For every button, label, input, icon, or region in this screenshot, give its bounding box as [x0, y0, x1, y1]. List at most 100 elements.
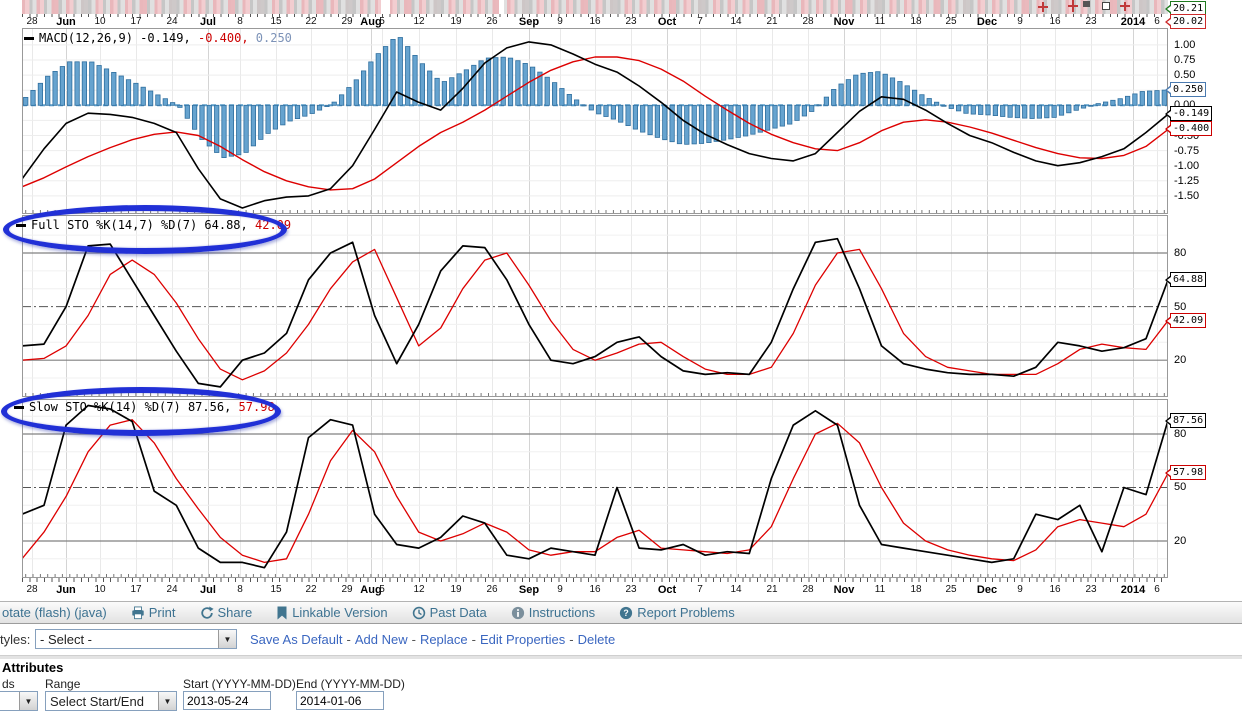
candle-mark: [1038, 6, 1048, 8]
range-select[interactable]: Select Start/End ▼: [45, 691, 177, 711]
styles-bar: tyles: - Select - ▼ Save As Default - Add …: [0, 626, 1242, 654]
link-separator: -: [569, 632, 574, 647]
axis-tick-label: Jun: [56, 584, 76, 596]
print-button[interactable]: Print: [131, 605, 176, 620]
price-chart-strip: [22, 0, 1168, 14]
axis-tick-label: 7: [697, 16, 703, 27]
range-column-label: Range: [45, 677, 81, 691]
axis-tick-label: 16: [1049, 16, 1061, 27]
axis-tick-label: 2014: [1120, 16, 1146, 28]
y-axis-label: 80: [1174, 247, 1187, 259]
axis-tick-label: Jul: [200, 584, 216, 596]
axis-tick-label: 18: [910, 584, 922, 595]
price-callout: 20.02: [1164, 14, 1207, 29]
candle-mark: [1120, 5, 1130, 7]
axis-tick-label: 9: [557, 584, 563, 595]
chevron-down-icon[interactable]: ▼: [218, 630, 236, 648]
end-date-input[interactable]: [296, 691, 384, 710]
axis-tick-label: 6: [1154, 16, 1160, 27]
strip-gap: [381, 0, 390, 14]
value-callout: 42.09: [1164, 313, 1207, 328]
line-swatch: [24, 37, 34, 40]
axis-tick-label: 5: [379, 584, 385, 595]
axis-tick-label: 14: [730, 16, 742, 27]
axis-tick-label: 2014: [1120, 584, 1146, 596]
link-separator: -: [411, 632, 416, 647]
past-data-label: Past Data: [429, 605, 487, 620]
instructions-button[interactable]: Instructions: [511, 605, 595, 620]
axis-tick-label: 24: [166, 16, 178, 27]
macd-value: -0.149,: [140, 31, 191, 45]
axis-tick-label: 10: [94, 16, 106, 27]
value-callout: 87.56: [1164, 413, 1207, 428]
axis-tick-label: 7: [697, 584, 703, 595]
axis-tick-label: 10: [94, 584, 106, 595]
axis-tick-label: 26: [486, 584, 498, 595]
axis-tick-label: 19: [450, 16, 462, 27]
attributes-title: Attributes: [2, 660, 64, 675]
axis-tick-label: 9: [1017, 584, 1023, 595]
annotate-link-label: otate (flash) (java): [2, 605, 107, 620]
chevron-down-icon[interactable]: ▼: [158, 692, 176, 710]
axis-tick-label: Sep: [518, 16, 540, 28]
report-problems-button[interactable]: ? Report Problems: [619, 605, 735, 620]
axis-tick-label: Nov: [833, 584, 855, 596]
value-callout: 0.250: [1164, 82, 1207, 97]
axis-tick-label: 11: [874, 584, 886, 595]
share-button[interactable]: Share: [200, 605, 252, 620]
printer-icon: [131, 605, 145, 620]
axis-tick-label: 6: [1154, 584, 1160, 595]
annotate-link[interactable]: otate (flash) (java): [2, 605, 107, 620]
axis-tick-label: 21: [766, 16, 778, 27]
stockcharts-workbench: 28 Jun 10 17 24 Jul 8 15 22 29 Aug 5 12 19 26 Sep 9 16 23 O…: [0, 0, 1242, 711]
y-axis-label: 20: [1174, 535, 1187, 547]
axis-tick-label: 12: [413, 16, 425, 27]
axis-tick-label: 24: [166, 584, 178, 595]
add-new-link[interactable]: Add New: [355, 632, 408, 647]
periods-select[interactable]: ▼: [0, 691, 38, 711]
linkable-version-button[interactable]: Linkable Version: [276, 605, 388, 620]
replace-link[interactable]: Replace: [420, 632, 468, 647]
y-axis-label: -0.75: [1174, 145, 1200, 157]
styles-label: tyles:: [0, 632, 31, 647]
axis-tick-label: Sep: [518, 584, 540, 596]
styles-select[interactable]: - Select - ▼: [35, 629, 237, 649]
axis-tick-label: Jul: [200, 16, 216, 28]
chevron-down-icon[interactable]: ▼: [19, 692, 37, 710]
value-callout: 64.88: [1164, 272, 1207, 287]
start-date-input[interactable]: [183, 691, 271, 710]
axis-tick-label: 19: [450, 584, 462, 595]
axis-tick-label: 29: [341, 584, 353, 595]
y-axis-label: 0.50: [1174, 69, 1196, 81]
axis-tick-label: 17: [130, 584, 142, 595]
axis-tick-label: 25: [945, 16, 957, 27]
edit-properties-link[interactable]: Edit Properties: [480, 632, 565, 647]
axis-tick-label: Jun: [56, 16, 76, 28]
macd-panel-chart: [22, 28, 1168, 214]
axis-tick-label: 22: [305, 584, 317, 595]
svg-text:?: ?: [624, 608, 629, 618]
axis-tick-label: 28: [802, 16, 814, 27]
candle-mark: [1102, 2, 1110, 10]
axis-tick-label: 5: [379, 16, 385, 27]
axis-tick-label: Dec: [976, 584, 998, 596]
axis-tick-label: 23: [1085, 584, 1097, 595]
axis-tick-label: Oct: [657, 584, 677, 596]
macd-label-name: MACD(12,26,9): [39, 31, 133, 45]
y-axis-label: -1.25: [1174, 175, 1200, 187]
axis-tick-label: 28: [26, 584, 38, 595]
axis-tick-label: 25: [945, 584, 957, 595]
past-data-button[interactable]: Past Data: [412, 605, 487, 620]
axis-tick-label: 22: [305, 16, 317, 27]
axis-tick-label: Nov: [833, 16, 855, 28]
axis-tick-label: 18: [910, 16, 922, 27]
save-as-default-link[interactable]: Save As Default: [250, 632, 343, 647]
bottom-axis-ticks: [22, 578, 1168, 582]
y-axis-label: 80: [1174, 428, 1187, 440]
macd-label: MACD(12,26,9) -0.149, -0.400, 0.250: [24, 31, 292, 45]
axis-tick-label: 8: [237, 584, 243, 595]
delete-link[interactable]: Delete: [578, 632, 616, 647]
y-axis-label: 0.75: [1174, 54, 1196, 66]
annotation-ellipse-slow-sto: [1, 387, 281, 436]
linkable-version-label: Linkable Version: [292, 605, 388, 620]
